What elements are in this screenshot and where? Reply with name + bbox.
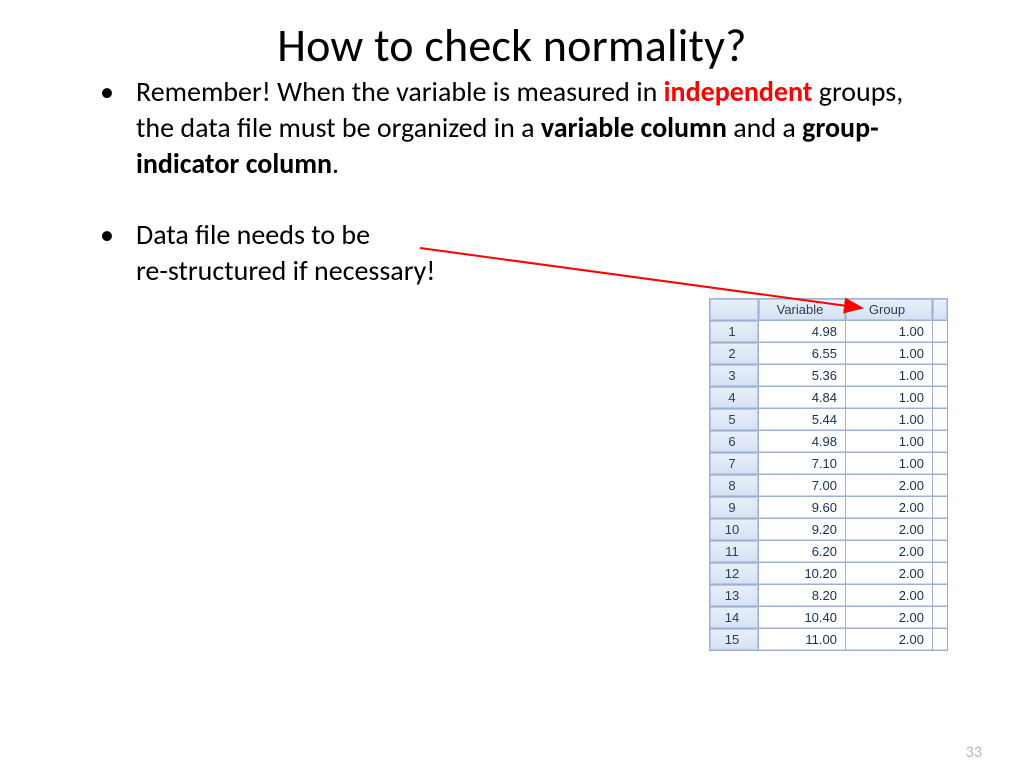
row-number: 5 — [710, 409, 758, 430]
row-number: 4 — [710, 387, 758, 408]
table-row: 1511.002.00 — [710, 629, 947, 650]
bullet-2: • Data file needs to be re-structured if… — [96, 217, 928, 289]
cell-group: 2.00 — [846, 607, 932, 628]
page-number: 33 — [966, 743, 982, 762]
row-number: 11 — [710, 541, 758, 562]
cell-variable: 9.60 — [759, 497, 845, 518]
cell-stub — [933, 321, 947, 342]
cell-stub — [933, 541, 947, 562]
row-number: 7 — [710, 453, 758, 474]
row-number: 2 — [710, 343, 758, 364]
cell-variable: 4.98 — [759, 431, 845, 452]
slide-body: • Remember! When the variable is measure… — [0, 74, 1024, 289]
bullet1-bold1: variable column — [541, 110, 727, 145]
cell-stub — [933, 343, 947, 364]
cell-variable: 4.98 — [759, 321, 845, 342]
row-number: 9 — [710, 497, 758, 518]
row-number: 6 — [710, 431, 758, 452]
table-row: 64.981.00 — [710, 431, 947, 452]
cell-stub — [933, 607, 947, 628]
cell-group: 2.00 — [846, 519, 932, 540]
bullet2-line2: re-structured if necessary! — [136, 253, 435, 288]
table-row: 77.101.00 — [710, 453, 947, 474]
bullet1-highlight: independent — [664, 74, 813, 109]
cell-group: 2.00 — [846, 497, 932, 518]
cell-variable: 10.20 — [759, 563, 845, 584]
cell-group: 2.00 — [846, 629, 932, 650]
cell-variable: 10.40 — [759, 607, 845, 628]
cell-variable: 4.84 — [759, 387, 845, 408]
row-number: 1 — [710, 321, 758, 342]
row-number: 10 — [710, 519, 758, 540]
cell-variable: 6.20 — [759, 541, 845, 562]
cell-variable: 7.10 — [759, 453, 845, 474]
col-header-stub — [933, 299, 947, 320]
bullet1-pre: Remember! When the variable is measured … — [136, 74, 664, 109]
cell-group: 1.00 — [846, 453, 932, 474]
cell-stub — [933, 519, 947, 540]
cell-variable: 5.36 — [759, 365, 845, 386]
table-row: 109.202.00 — [710, 519, 947, 540]
cell-stub — [933, 629, 947, 650]
table-row: 138.202.00 — [710, 585, 947, 606]
bullet-1: • Remember! When the variable is measure… — [96, 74, 928, 181]
table-row: 1410.402.00 — [710, 607, 947, 628]
cell-group: 2.00 — [846, 541, 932, 562]
cell-variable: 5.44 — [759, 409, 845, 430]
cell-group: 1.00 — [846, 409, 932, 430]
cell-group: 2.00 — [846, 563, 932, 584]
cell-stub — [933, 365, 947, 386]
cell-variable: 11.00 — [759, 629, 845, 650]
bullet2-line1: Data file needs to be — [136, 217, 370, 252]
cell-stub — [933, 387, 947, 408]
cell-group: 1.00 — [846, 387, 932, 408]
data-table-wrap: Variable Group 14.981.0026.551.0035.361.… — [709, 298, 948, 651]
cell-group: 1.00 — [846, 365, 932, 386]
cell-stub — [933, 453, 947, 474]
slide: How to check normality? • Remember! When… — [0, 18, 1024, 768]
data-table: Variable Group 14.981.0026.551.0035.361.… — [709, 298, 948, 651]
cell-group: 1.00 — [846, 431, 932, 452]
cell-stub — [933, 475, 947, 496]
row-number: 8 — [710, 475, 758, 496]
row-number: 13 — [710, 585, 758, 606]
cell-stub — [933, 497, 947, 518]
table-header-row: Variable Group — [710, 299, 947, 320]
table-row: 116.202.00 — [710, 541, 947, 562]
table-row: 44.841.00 — [710, 387, 947, 408]
cell-group: 2.00 — [846, 475, 932, 496]
bullet1-mid2: and a — [727, 110, 802, 145]
row-number: 14 — [710, 607, 758, 628]
cell-stub — [933, 409, 947, 430]
cell-group: 2.00 — [846, 585, 932, 606]
cell-stub — [933, 585, 947, 606]
table-row: 14.981.00 — [710, 321, 947, 342]
cell-variable: 8.20 — [759, 585, 845, 606]
cell-variable: 9.20 — [759, 519, 845, 540]
bullet-marker: • — [96, 217, 136, 289]
cell-stub — [933, 431, 947, 452]
cell-variable: 7.00 — [759, 475, 845, 496]
col-header-variable: Variable — [759, 299, 845, 320]
cell-stub — [933, 563, 947, 584]
cell-variable: 6.55 — [759, 343, 845, 364]
table-row: 87.002.00 — [710, 475, 947, 496]
table-row: 1210.202.00 — [710, 563, 947, 584]
col-header-group: Group — [846, 299, 932, 320]
bullet-1-text: Remember! When the variable is measured … — [136, 74, 928, 181]
table-row: 35.361.00 — [710, 365, 947, 386]
row-number: 15 — [710, 629, 758, 650]
table-row: 55.441.00 — [710, 409, 947, 430]
slide-title: How to check normality? — [0, 18, 1024, 74]
table-corner — [710, 299, 758, 320]
bullet-marker: • — [96, 74, 136, 181]
bullet1-post: . — [332, 146, 339, 181]
cell-group: 1.00 — [846, 321, 932, 342]
table-row: 26.551.00 — [710, 343, 947, 364]
cell-group: 1.00 — [846, 343, 932, 364]
table-row: 99.602.00 — [710, 497, 947, 518]
row-number: 3 — [710, 365, 758, 386]
row-number: 12 — [710, 563, 758, 584]
bullet-2-text: Data file needs to be re-structured if n… — [136, 217, 928, 289]
